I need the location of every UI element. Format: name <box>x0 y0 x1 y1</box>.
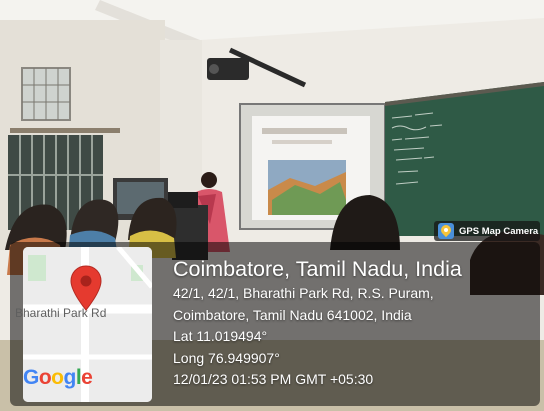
google-logo-letters: Google <box>23 366 93 389</box>
location-title: Coimbatore, Tamil Nadu, India <box>173 257 462 281</box>
photo-frame: GPS Map Camera Bharathi Park Rd Google C… <box>0 0 544 411</box>
map-pin-icon <box>70 265 102 311</box>
gps-map-camera-icon <box>438 223 454 239</box>
map-park <box>28 255 46 281</box>
longitude: Long 76.949907° <box>173 349 280 366</box>
gps-app-badge: GPS Map Camera <box>434 221 540 241</box>
location-details: Coimbatore, Tamil Nadu, India 42/1, 42/1… <box>173 255 539 391</box>
podium-laptop <box>168 192 198 208</box>
projector-lens <box>209 64 219 74</box>
timestamp: 12/01/23 01:53 PM GMT +05:30 <box>173 371 374 387</box>
address-line-2: Coimbatore, Tamil Nadu 641002, India <box>173 306 412 323</box>
gps-app-badge-label: GPS Map Camera <box>459 225 539 237</box>
google-logo: Google <box>23 366 93 390</box>
teacher-head <box>201 172 217 188</box>
curtain-rod <box>10 128 120 133</box>
address-line-1: 42/1, 42/1, Bharathi Park Rd, R.S. Puram… <box>173 285 434 301</box>
latitude: Lat 11.019494° <box>173 328 268 344</box>
slide-title-bar <box>262 128 347 134</box>
slide-subtitle-bar <box>272 140 332 144</box>
